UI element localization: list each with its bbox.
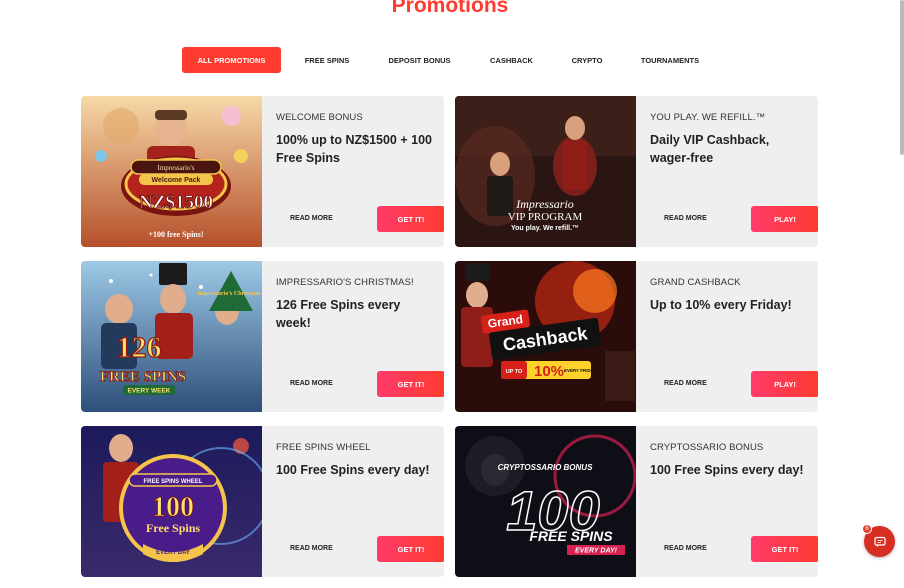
- svg-text:Free Spins: Free Spins: [146, 521, 200, 535]
- promo-headline: 100 Free Spins every day!: [276, 463, 430, 477]
- svg-text:UP TO: UP TO: [506, 369, 523, 375]
- get-it-button[interactable]: GET IT!: [377, 206, 444, 232]
- promo-headline: Daily VIP Cashback, wager-free: [650, 133, 770, 165]
- scrollbar[interactable]: [900, 0, 904, 155]
- svg-text:126: 126: [117, 331, 162, 364]
- image-text: FREE SPINS WHEEL: [143, 479, 202, 485]
- promo-card-vip: Impressario VIP PROGRAM You play. We ref…: [455, 96, 818, 247]
- read-more-link[interactable]: READ MORE: [664, 380, 707, 387]
- promo-image-wheel[interactable]: FREE SPINS WHEEL 100 Free Spins EVERY DA…: [81, 426, 262, 577]
- page-title: Promotions: [391, 0, 509, 17]
- promo-kicker: IMPRESSARIO'S CHRISTMAS!: [276, 277, 414, 288]
- promo-card-wheel: FREE SPINS WHEEL 100 Free Spins EVERY DA…: [81, 426, 444, 577]
- promo-card-christmas: Impressario's Christmas 126 FREE SPINS E…: [81, 261, 444, 412]
- promo-card-body: FREE SPINS WHEEL 100 Free Spins every da…: [276, 426, 444, 577]
- promo-card-body: YOU PLAY. WE REFILL.™ Daily VIP Cashback…: [650, 96, 818, 247]
- image-text: Impressario's: [157, 164, 194, 172]
- svg-text:100: 100: [152, 492, 194, 523]
- read-more-link[interactable]: READ MORE: [664, 215, 707, 222]
- promo-kicker: CRYPTOSSARIO BONUS: [650, 442, 764, 453]
- read-more-link[interactable]: READ MORE: [664, 545, 707, 552]
- promo-kicker: FREE SPINS WHEEL: [276, 442, 371, 453]
- svg-text:EVERY WEEK: EVERY WEEK: [128, 388, 171, 395]
- promo-card-body: CRYPTOSSARIO BONUS 100 Free Spins every …: [650, 426, 818, 577]
- promo-card-crypto: CRYPTOSSARIO BONUS 100 FREE SPINS EVERY …: [455, 426, 818, 577]
- promo-headline: 126 Free Spins every week!: [276, 298, 401, 330]
- tab-deposit-bonus[interactable]: DEPOSIT BONUS: [373, 47, 466, 73]
- svg-text:FREE SPINS: FREE SPINS: [529, 528, 613, 544]
- promo-image-crypto[interactable]: CRYPTOSSARIO BONUS 100 FREE SPINS EVERY …: [455, 426, 636, 577]
- get-it-button[interactable]: GET IT!: [377, 536, 444, 562]
- promo-card-cashback: Grand Cashback UP TO 10% EVERY FRIDAY! G…: [455, 261, 818, 412]
- promo-kicker: YOU PLAY. WE REFILL.™: [650, 112, 766, 123]
- svg-text:EVERY DAY!: EVERY DAY!: [575, 548, 618, 555]
- promotion-tabs: ALL PROMOTIONS FREE SPINS DEPOSIT BONUS …: [182, 47, 723, 73]
- read-more-link[interactable]: READ MORE: [290, 215, 333, 222]
- promo-card-body: WELCOME BONUS 100% up to NZ$1500 + 100 F…: [276, 96, 444, 247]
- promo-card-body: GRAND CASHBACK Up to 10% every Friday! R…: [650, 261, 818, 412]
- image-text: Impressario: [515, 197, 574, 211]
- svg-text:EVERY DAY: EVERY DAY: [156, 550, 190, 556]
- tab-tournaments[interactable]: TOURNAMENTS: [617, 47, 723, 73]
- promo-kicker: GRAND CASHBACK: [650, 277, 741, 288]
- play-button[interactable]: PLAY!: [751, 206, 818, 232]
- image-text: Impressario's Christmas: [197, 291, 261, 297]
- promo-card-welcome: Impressario's Welcome Pack NZ$1500 +100 …: [81, 96, 444, 247]
- svg-text:+100 free Spins!: +100 free Spins!: [148, 230, 203, 239]
- tab-free-spins[interactable]: FREE SPINS: [281, 47, 373, 73]
- promo-headline: 100% up to NZ$1500 + 100 Free Spins: [276, 133, 432, 165]
- svg-text:Welcome Pack: Welcome Pack: [152, 177, 201, 184]
- promo-image-vip[interactable]: Impressario VIP PROGRAM You play. We ref…: [455, 96, 636, 247]
- svg-text:NZ$1500: NZ$1500: [139, 192, 213, 213]
- tab-all-promotions[interactable]: ALL PROMOTIONS: [182, 47, 281, 73]
- svg-text:VIP PROGRAM: VIP PROGRAM: [508, 211, 583, 223]
- tab-crypto[interactable]: CRYPTO: [557, 47, 617, 73]
- svg-text:10%: 10%: [534, 363, 564, 380]
- promo-card-body: IMPRESSARIO'S CHRISTMAS! 126 Free Spins …: [276, 261, 444, 412]
- promo-headline: Up to 10% every Friday!: [650, 298, 792, 312]
- svg-text:You play. We refill.™: You play. We refill.™: [511, 225, 579, 232]
- svg-text:EVERY FRIDAY!: EVERY FRIDAY!: [564, 368, 599, 373]
- svg-text:FREE SPINS: FREE SPINS: [100, 369, 186, 385]
- chat-badge: 6: [862, 524, 872, 534]
- read-more-link[interactable]: READ MORE: [290, 380, 333, 387]
- promo-image-welcome[interactable]: Impressario's Welcome Pack NZ$1500 +100 …: [81, 96, 262, 247]
- promotions-page: Promotions ALL PROMOTIONS FREE SPINS DEP…: [0, 0, 904, 588]
- read-more-link[interactable]: READ MORE: [290, 545, 333, 552]
- chat-icon: [873, 536, 886, 547]
- promo-image-cashback[interactable]: Grand Cashback UP TO 10% EVERY FRIDAY!: [455, 261, 636, 412]
- play-button[interactable]: PLAY!: [751, 371, 818, 397]
- image-text: CRYPTOSSARIO BONUS: [498, 463, 593, 472]
- get-it-button[interactable]: GET IT!: [751, 536, 818, 562]
- promo-headline: 100 Free Spins every day!: [650, 463, 804, 477]
- promo-kicker: WELCOME BONUS: [276, 112, 363, 123]
- promo-image-christmas[interactable]: Impressario's Christmas 126 FREE SPINS E…: [81, 261, 262, 412]
- tab-cashback[interactable]: CASHBACK: [466, 47, 557, 73]
- get-it-button[interactable]: GET IT!: [377, 371, 444, 397]
